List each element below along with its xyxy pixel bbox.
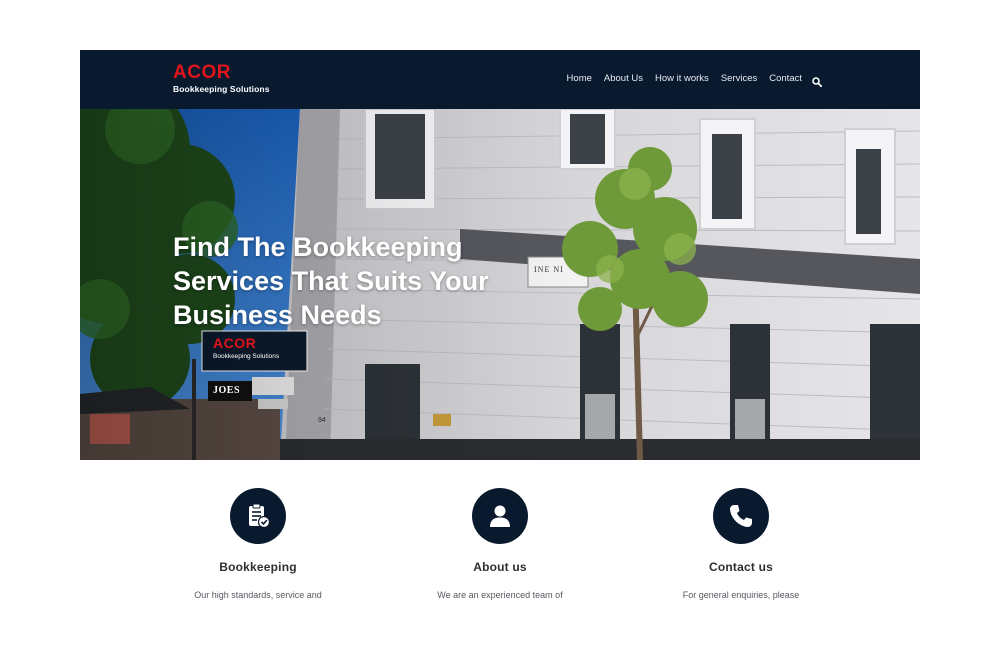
- page-frame: ACOR Bookkeeping Solutions Home About Us…: [80, 50, 920, 600]
- feature-text: For general enquiries, please: [682, 590, 800, 600]
- feature-title: About us: [473, 560, 527, 574]
- hero-street-number: 94: [318, 417, 326, 424]
- nav-home[interactable]: Home: [567, 73, 592, 84]
- search-icon[interactable]: [812, 74, 823, 87]
- feature-bookkeeping: Bookkeeping Our high standards, service …: [148, 488, 368, 600]
- nav-about-us[interactable]: About Us: [604, 73, 643, 84]
- logo-wordmark: ACOR: [173, 62, 231, 83]
- hero-banner: ACOR Bookkeeping Solutions JOES INE NI 9…: [80, 109, 920, 460]
- feature-icon-circle: [230, 488, 286, 544]
- hero-sign-acor-tagline: Bookkeeping Solutions: [213, 353, 280, 360]
- clipboard-check-icon: [249, 503, 271, 529]
- feature-about-us: About us We are an experienced team of: [390, 488, 610, 600]
- feature-title: Bookkeeping: [219, 560, 297, 574]
- user-icon: [490, 505, 510, 527]
- logo-tagline: Bookkeeping Solutions: [173, 84, 270, 94]
- phone-icon: [730, 505, 752, 527]
- feature-text: Our high standards, service and: [194, 590, 322, 600]
- hero-title: Find The Bookkeeping Services That Suits…: [173, 232, 489, 330]
- nav-contact[interactable]: Contact: [769, 73, 802, 84]
- hero-sign-acor: ACOR: [213, 335, 257, 351]
- features-section: Bookkeeping Our high standards, service …: [80, 460, 920, 600]
- nav-services[interactable]: Services: [721, 73, 757, 84]
- hero-building-sign: INE NI: [534, 265, 564, 274]
- feature-contact-us: Contact us For general enquiries, please: [631, 488, 851, 600]
- main-nav: Home About Us How it works Services Cont…: [555, 73, 823, 87]
- feature-icon-circle: [472, 488, 528, 544]
- site-header: ACOR Bookkeeping Solutions Home About Us…: [80, 50, 920, 109]
- feature-icon-circle: [713, 488, 769, 544]
- feature-title: Contact us: [708, 560, 773, 574]
- hero-sign-joes: JOES: [213, 385, 241, 396]
- nav-how-it-works[interactable]: How it works: [655, 73, 709, 84]
- feature-text: We are an experienced team of: [437, 590, 563, 600]
- site-logo[interactable]: ACOR Bookkeeping Solutions: [173, 62, 270, 95]
